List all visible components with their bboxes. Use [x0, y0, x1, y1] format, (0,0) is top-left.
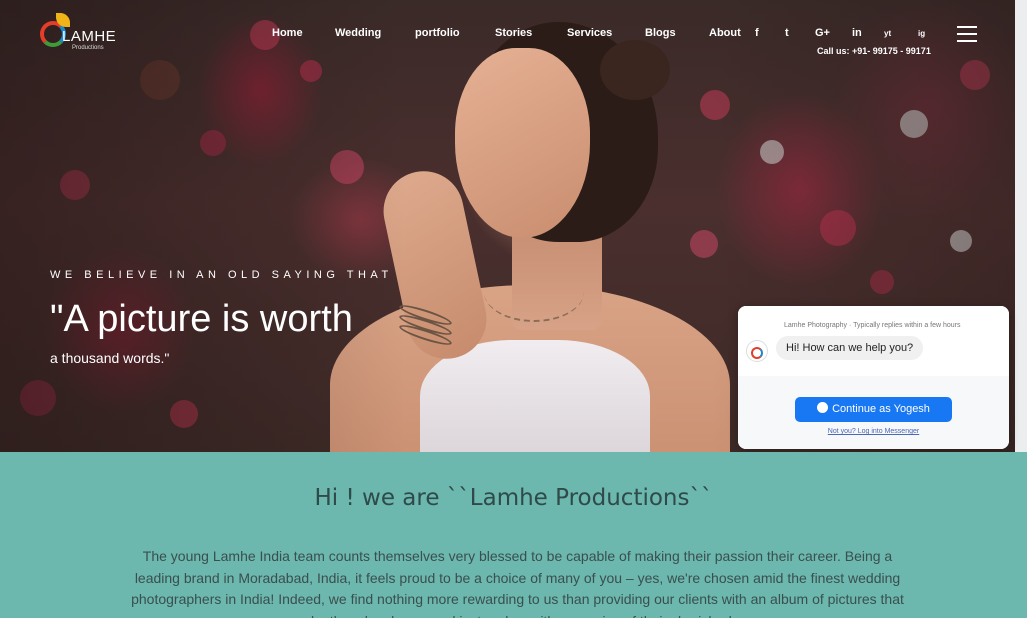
continue-as-label: Continue as Yogesh: [832, 403, 930, 415]
messenger-chat-widget: Lamhe Photography · Typically replies wi…: [738, 306, 1009, 449]
messenger-page-meta: Lamhe Photography · Typically replies wi…: [784, 322, 961, 329]
google-plus-icon[interactable]: G+: [815, 27, 830, 39]
hero-subline: a thousand words.": [50, 350, 170, 366]
logo-text: LAMHE: [62, 28, 117, 45]
hero-tagline: WE BELIEVE IN AN OLD SAYING THAT: [50, 269, 393, 281]
facebook-icon[interactable]: f: [755, 27, 759, 39]
hero-headline: "A picture is worth: [50, 298, 353, 340]
site-logo[interactable]: LAMHE Productions: [40, 13, 116, 53]
hamburger-menu-icon[interactable]: [957, 26, 977, 42]
about-title: Hi ! we are ``Lamhe Productions``: [314, 485, 713, 511]
nav-about[interactable]: About: [709, 27, 741, 39]
continue-as-button[interactable]: Continue as Yogesh: [795, 397, 952, 422]
page-avatar: [746, 340, 768, 362]
nav-blogs[interactable]: Blogs: [645, 27, 676, 39]
logo-subtext: Productions: [72, 45, 104, 51]
nav-services[interactable]: Services: [567, 27, 612, 39]
nav-stories[interactable]: Stories: [495, 27, 532, 39]
nav-portfolio[interactable]: portfolio: [415, 27, 460, 39]
twitter-icon[interactable]: t: [785, 27, 789, 39]
about-text: The young Lamhe India team counts themse…: [131, 548, 904, 618]
youtube-icon[interactable]: yt: [884, 29, 891, 38]
about-section: Hi ! we are ``Lamhe Productions`` The yo…: [0, 452, 1027, 618]
greeting-bubble: Hi! How can we help you?: [776, 336, 924, 360]
page-scrollbar[interactable]: [1015, 0, 1027, 452]
nav-wedding[interactable]: Wedding: [335, 27, 381, 39]
login-messenger-link[interactable]: Not you? Log into Messenger: [738, 428, 1009, 435]
messenger-icon: [817, 402, 829, 413]
instagram-icon[interactable]: ig: [918, 29, 925, 38]
linkedin-icon[interactable]: in: [852, 27, 862, 39]
call-us-text: Call us: +91- 99175 - 99171: [817, 46, 931, 56]
nav-home[interactable]: Home: [272, 27, 303, 39]
